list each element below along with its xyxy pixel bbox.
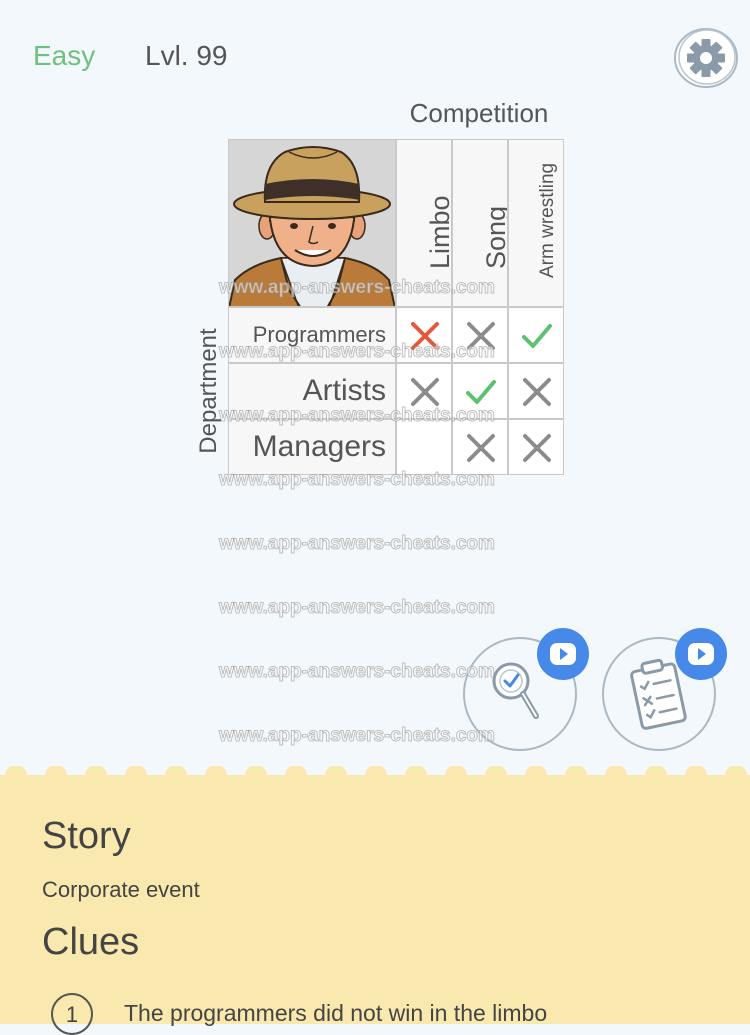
clues-heading: Clues [42,921,140,963]
play-icon [550,643,576,665]
grid-cell-programmers-arm-wrestling[interactable] [508,307,564,363]
clue-number-badge: 1 [51,993,93,1035]
grid-cell-managers-limbo[interactable] [396,419,452,475]
level-label: Lvl. 99 [145,40,228,71]
checkmark-icon [522,324,552,348]
video-ad-badge[interactable] [675,628,727,680]
column-header-song: Song [452,139,508,307]
panel-scalloped-edge [0,766,750,786]
story-text: Corporate event [42,877,200,902]
grid-cell-artists-arm-wrestling[interactable] [508,363,564,419]
cross-icon [467,322,495,350]
column-header-arm-wrestling: Arm wrestling [508,139,564,307]
gear-icon [674,28,738,88]
column-group-label: Competition [409,98,549,128]
grid-cell-managers-arm-wrestling[interactable] [508,419,564,475]
video-ad-badge[interactable] [537,628,589,680]
column-header-limbo: Limbo [396,139,452,307]
row-label: Artists [302,374,386,407]
watermark-text: www.app-answers-cheats.com [219,597,496,619]
play-icon [688,643,714,665]
grid-cell-programmers-limbo[interactable] [396,307,452,363]
row-label: Managers [252,430,386,463]
cross-icon [467,434,495,462]
watermark-text: www.app-answers-cheats.com [219,533,496,555]
column-label: Arm wrestling [537,162,558,278]
difficulty-label: Easy [33,40,96,71]
row-group-label: Department [195,328,222,454]
detective-portrait-image [229,140,395,306]
settings-button[interactable] [672,26,740,90]
row-label: Programmers [252,322,386,347]
story-heading: Story [42,815,131,857]
row-header-managers: Managers [228,419,396,475]
checkmark-icon [466,380,496,404]
cross-wrong-icon [411,322,439,350]
grid-cell-programmers-song[interactable] [452,307,508,363]
row-header-programmers: Programmers [228,307,396,363]
character-portrait [228,139,396,307]
cross-icon [523,434,551,462]
clue-text: The programmers did not win in the limbo [124,1000,548,1026]
column-label: Limbo [425,195,452,269]
column-label: Song [481,205,508,269]
cross-icon [523,378,551,406]
cross-icon [411,378,439,406]
grid-cell-artists-song[interactable] [452,363,508,419]
row-header-artists: Artists [228,363,396,419]
grid-cell-managers-song[interactable] [452,419,508,475]
grid-cell-artists-limbo[interactable] [396,363,452,419]
